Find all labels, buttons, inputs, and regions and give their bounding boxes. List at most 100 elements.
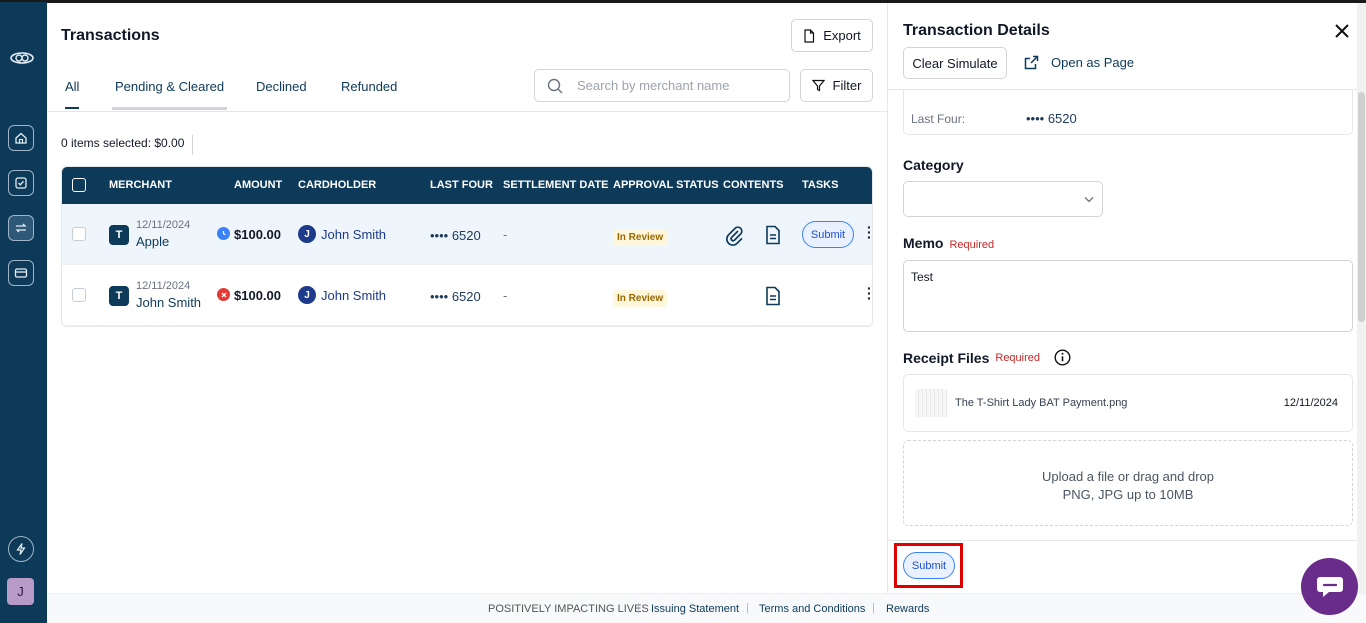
- merchant-search[interactable]: [534, 69, 790, 102]
- document-icon[interactable]: [765, 286, 781, 306]
- row-checkbox[interactable]: [72, 288, 86, 302]
- page-footer: POSITIVELY IMPACTING LIVES | Issuing Sta…: [47, 593, 1366, 623]
- filter-icon: [811, 79, 825, 92]
- cardholder-name[interactable]: John Smith: [321, 288, 386, 303]
- file-date: 12/11/2024: [1283, 397, 1338, 409]
- nav-cards-icon[interactable]: [8, 260, 34, 286]
- clock-icon: [217, 227, 230, 240]
- col-cardholder[interactable]: CARDHOLDER: [298, 179, 376, 191]
- nav-home-icon[interactable]: [8, 125, 34, 151]
- status-badge: In Review: [613, 229, 668, 246]
- receipt-required-badge: Required: [995, 351, 1041, 364]
- amount-value: $100.00: [234, 288, 281, 303]
- receipt-files-label: Receipt Files Required: [903, 349, 1071, 366]
- file-dropzone[interactable]: Upload a file or drag and drop PNG, JPG …: [903, 440, 1353, 526]
- footer-link-issuing-statement[interactable]: Issuing Statement: [651, 603, 739, 615]
- merchant-avatar: T: [109, 225, 129, 245]
- nav-lightning-icon[interactable]: [8, 536, 34, 562]
- nav-transactions-icon[interactable]: [8, 215, 34, 241]
- row-more-icon[interactable]: · · ·: [867, 220, 872, 244]
- table-row[interactable]: T 12/11/2024 Apple $100.00 J John Smith …: [62, 204, 872, 265]
- status-badge: In Review: [613, 290, 668, 307]
- card-info-card: Last Four: •••• 6520: [903, 89, 1353, 135]
- document-icon[interactable]: [765, 225, 781, 245]
- col-amount[interactable]: AMOUNT: [234, 179, 282, 191]
- file-icon: [804, 28, 815, 43]
- memo-textarea[interactable]: Test: [903, 260, 1353, 332]
- paperclip-icon[interactable]: [724, 224, 744, 246]
- clear-simulate-button[interactable]: Clear Simulate: [903, 47, 1007, 79]
- last-four-value: •••• 6520: [430, 289, 481, 304]
- table-header: MERCHANT AMOUNT CARDHOLDER LAST FOUR SET…: [62, 167, 872, 204]
- chat-launcher-button[interactable]: [1301, 558, 1358, 615]
- chevron-down-icon: [1084, 197, 1094, 203]
- tab-refunded[interactable]: Refunded: [341, 79, 397, 107]
- receipt-file-item[interactable]: The T-Shirt Lady BAT Payment.png 12/11/2…: [903, 374, 1353, 432]
- left-nav-rail: J: [0, 0, 47, 623]
- transactions-main: Transactions Export All Pending & Cleare…: [47, 3, 887, 593]
- select-all-checkbox[interactable]: [72, 178, 86, 192]
- footer-separator: |: [872, 602, 875, 614]
- export-label: Export: [823, 28, 861, 43]
- tab-all[interactable]: All: [65, 79, 80, 109]
- panel-scrollbar-thumb[interactable]: [1358, 92, 1365, 322]
- footer-tagline: POSITIVELY IMPACTING LIVES: [488, 603, 649, 615]
- transaction-details-panel: Transaction Details Clear Simulate Open …: [887, 3, 1366, 593]
- col-contents[interactable]: CONTENTS: [723, 179, 784, 191]
- merchant-name: Apple: [136, 234, 170, 249]
- filter-button[interactable]: Filter: [800, 69, 873, 102]
- col-merchant[interactable]: MERCHANT: [109, 179, 172, 191]
- last-four-value: •••• 6520: [1026, 111, 1077, 126]
- receipt-files-text: Receipt Files: [903, 349, 990, 366]
- close-icon[interactable]: [1332, 21, 1352, 41]
- last-four-value: •••• 6520: [430, 228, 481, 243]
- search-input[interactable]: [577, 78, 767, 93]
- merchant-name: John Smith: [136, 295, 202, 310]
- row-submit-button[interactable]: Submit: [802, 221, 854, 248]
- user-avatar[interactable]: J: [7, 578, 34, 605]
- declined-icon: [217, 288, 230, 301]
- transactions-table: MERCHANT AMOUNT CARDHOLDER LAST FOUR SET…: [61, 166, 873, 327]
- transaction-date: 12/11/2024: [136, 219, 191, 231]
- cardholder-avatar: J: [298, 225, 316, 243]
- panel-title: Transaction Details: [903, 22, 1050, 39]
- footer-link-terms[interactable]: Terms and Conditions: [759, 603, 865, 615]
- memo-label: Memo Required: [903, 235, 994, 251]
- transaction-date: 12/11/2024: [136, 280, 191, 292]
- selection-summary: 0 items selected: $0.00: [61, 135, 194, 155]
- row-more-icon[interactable]: · · ·: [867, 281, 872, 305]
- col-last-four[interactable]: LAST FOUR: [430, 179, 493, 191]
- category-label: Category: [903, 157, 964, 173]
- filter-label: Filter: [832, 78, 862, 93]
- submit-button[interactable]: Submit: [903, 552, 955, 579]
- file-name: The T-Shirt Lady BAT Payment.png: [955, 397, 1128, 409]
- nav-tasks-icon[interactable]: [8, 170, 34, 196]
- memo-label-text: Memo: [903, 235, 944, 251]
- open-as-page-link[interactable]: Open as Page: [1024, 55, 1134, 70]
- footer-link-rewards[interactable]: Rewards: [886, 603, 929, 615]
- info-icon[interactable]: [1054, 349, 1071, 366]
- search-icon: [547, 78, 563, 93]
- external-link-icon: [1024, 55, 1039, 70]
- col-settlement-date[interactable]: SETTLEMENT DATE: [503, 179, 609, 191]
- page-title: Transactions: [61, 27, 160, 44]
- tab-pending-cleared[interactable]: Pending & Cleared: [112, 79, 228, 110]
- chat-bubble-icon: [1316, 576, 1343, 597]
- table-row[interactable]: T 12/11/2024 John Smith $100.00 J John S…: [62, 265, 872, 326]
- brand-logo-icon[interactable]: [9, 48, 35, 68]
- col-approval-status[interactable]: APPROVAL STATUS: [613, 179, 719, 191]
- export-button[interactable]: Export: [791, 19, 873, 52]
- footer-separator: |: [746, 602, 749, 614]
- settlement-date-value: -: [503, 227, 508, 242]
- footer-separator: |: [637, 602, 640, 614]
- cardholder-name[interactable]: John Smith: [321, 227, 386, 242]
- file-thumbnail: [915, 389, 947, 417]
- cardholder-avatar: J: [298, 286, 316, 304]
- category-select[interactable]: [903, 181, 1103, 217]
- panel-footer-divider: [888, 540, 1366, 541]
- col-tasks[interactable]: TASKS: [802, 179, 838, 191]
- settlement-date-value: -: [503, 288, 508, 303]
- tab-declined[interactable]: Declined: [256, 79, 307, 107]
- amount-value: $100.00: [234, 227, 281, 242]
- row-checkbox[interactable]: [72, 227, 86, 241]
